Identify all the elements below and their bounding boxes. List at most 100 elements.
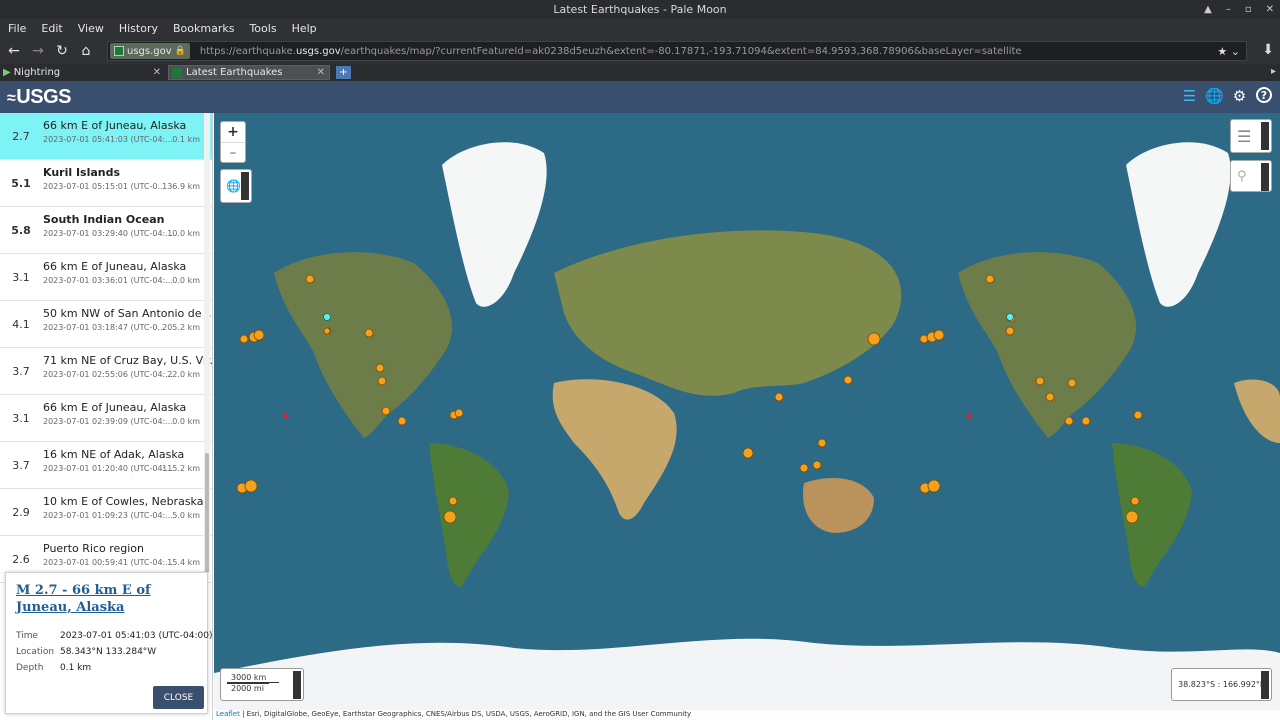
selected-earthquake-marker[interactable] [1006,313,1014,321]
earthquake-place: 10 km E of Cowles, Nebraska [43,495,204,508]
earthquake-marker[interactable] [867,332,881,346]
window-up-icon[interactable]: ▲ [1204,0,1212,19]
legend-button[interactable]: ⚲ [1230,160,1272,192]
earthquake-marker[interactable] [1035,376,1045,386]
earthquake-marker[interactable] [1130,496,1140,506]
world-view-button[interactable]: 🌐 [220,169,252,203]
earthquake-marker[interactable] [443,510,457,524]
layers-button[interactable]: ☰ [1230,119,1272,153]
earthquake-time: 2023-07-01 03:18:47 (UTC-0... [43,323,166,332]
window-close-icon[interactable]: ✕ [1266,0,1274,19]
menu-edit[interactable]: Edit [41,22,62,35]
list-scrollbar[interactable] [204,113,210,573]
zoom-in-button[interactable]: + [221,122,245,142]
coords-bar-handle [1261,671,1269,699]
earthquake-marker[interactable] [742,447,754,459]
earthquake-list-item[interactable]: 2.7 66 km E of Juneau, Alaska 2023-07-01 0… [0,113,212,160]
earthquake-marker[interactable] [799,463,809,473]
earthquake-marker[interactable] [364,328,374,338]
earthquake-marker[interactable] [843,375,853,385]
earthquake-list-item[interactable]: 4.1 50 km NW of San Antonio de l... 2023-0… [0,301,212,348]
window-maximize-icon[interactable]: ▫ [1245,0,1252,19]
zoom-out-button[interactable]: – [221,142,245,162]
earthquake-list-item[interactable]: 5.1 Kuril Islands 2023-07-01 05:15:01 (UTC… [0,160,212,207]
earthquake-marker[interactable] [454,408,464,418]
earthquake-list-item[interactable]: 2.9 10 km E of Cowles, Nebraska 2023-07-01… [0,489,212,536]
earthquake-marker[interactable] [381,406,391,416]
url-path: /earthquakes/map/?currentFeatureId=ak023… [340,45,1022,57]
menu-bar: File Edit View History Bookmarks Tools H… [0,19,1280,38]
earthquake-list-item[interactable]: 3.7 71 km NE of Cruz Bay, U.S. Vir... 2023… [0,348,212,395]
menu-help[interactable]: Help [292,22,317,35]
satellite-map[interactable]: + – 🌐 ☰ ⚲ 3000 km 2000 mi 38.823°S : 166… [214,113,1280,720]
gear-icon[interactable]: ⚙ [1231,87,1248,105]
earthquake-marker[interactable] [244,479,258,493]
list-icon[interactable]: ☰ [1181,87,1198,105]
site-identity[interactable]: usgs.gov 🔒 [110,43,190,59]
earthquake-marker[interactable] [397,416,407,426]
url-text[interactable]: https://earthquake.usgs.gov/earthquakes/… [200,46,1022,57]
reload-icon[interactable]: ↻ [50,40,74,62]
greenland-right [1126,142,1231,307]
earthquake-marker[interactable] [1067,378,1077,388]
tab-close-icon[interactable]: ✕ [317,67,325,78]
earthquake-marker[interactable] [985,274,995,284]
earthquake-marker[interactable] [1045,392,1055,402]
earthquake-marker[interactable] [1005,326,1015,336]
new-tab-button[interactable]: + [336,66,351,79]
scrollbar-thumb[interactable] [205,453,209,573]
lock-icon: 🔒 [174,46,186,56]
earthquake-list-item[interactable]: 3.1 66 km E of Juneau, Alaska 2023-07-01 0… [0,395,212,442]
earthquake-marker[interactable] [817,438,827,448]
earthquake-marker[interactable] [305,274,315,284]
bookmark-star-icon[interactable]: ★ ⌄ [1217,45,1240,58]
eurasia [554,230,902,396]
earthquake-marker[interactable] [774,392,784,402]
leaflet-link[interactable]: Leaflet [216,710,240,718]
selected-earthquake-marker[interactable] [323,313,331,321]
url-bar[interactable]: usgs.gov 🔒 https://earthquake.usgs.gov/e… [107,41,1247,61]
usgs-logo[interactable]: ≈USGS [7,86,71,109]
tab-nightring[interactable]: ▶ Nightring ✕ [0,65,165,80]
forward-icon[interactable]: → [26,40,50,62]
earthquake-marker[interactable] [1064,416,1074,426]
earthquake-marker[interactable] [253,329,265,341]
map-canvas[interactable] [214,113,1280,720]
earthquake-marker[interactable] [239,334,249,344]
download-icon[interactable]: ⬇ [1262,42,1274,58]
tab-scroll-icon[interactable]: ▸ [1271,66,1276,77]
earthquake-marker[interactable] [812,460,822,470]
home-icon[interactable]: ⌂ [74,40,98,62]
close-button[interactable]: CLOSE [153,686,204,709]
menu-bookmarks[interactable]: Bookmarks [173,22,234,35]
earthquake-list-item[interactable]: 3.7 16 km NE of Adak, Alaska 2023-07-01 01… [0,442,212,489]
earthquake-time: 2023-07-01 01:20:40 (UTC-04:... [43,464,173,473]
earthquake-marker[interactable] [1133,410,1143,420]
earthquake-marker[interactable] [377,376,387,386]
earthquake-list-item[interactable]: 3.1 66 km E of Juneau, Alaska 2023-07-01 0… [0,254,212,301]
menu-file[interactable]: File [8,22,26,35]
earthquake-marker[interactable] [323,327,331,335]
significant-earthquake-marker[interactable] [283,413,289,419]
usgs-logo-text: USGS [16,86,71,108]
help-icon[interactable]: ? [1256,87,1272,103]
menu-tools[interactable]: Tools [249,22,276,35]
earthquake-marker[interactable] [1081,416,1091,426]
earthquake-marker[interactable] [448,496,458,506]
back-icon[interactable]: ← [2,40,26,62]
legend-button-bar [1261,163,1269,191]
tab-close-icon[interactable]: ✕ [153,67,161,78]
globe-icon[interactable]: 🌐 [1205,87,1224,105]
detail-title-link[interactable]: M 2.7 - 66 km E of Juneau, Alaska [16,582,191,616]
earthquake-depth: 22.0 km [167,370,200,379]
tab-latest-earthquakes[interactable]: Latest Earthquakes ✕ [168,65,330,80]
earthquake-marker[interactable] [1125,510,1139,524]
significant-earthquake-marker[interactable] [966,413,972,419]
earthquake-marker[interactable] [933,329,945,341]
earthquake-marker[interactable] [927,479,941,493]
menu-view[interactable]: View [78,22,104,35]
menu-history[interactable]: History [119,22,158,35]
earthquake-list-item[interactable]: 5.8 South Indian Ocean 2023-07-01 03:29:40… [0,207,212,254]
window-minimize-icon[interactable]: – [1226,0,1231,19]
earthquake-marker[interactable] [375,363,385,373]
